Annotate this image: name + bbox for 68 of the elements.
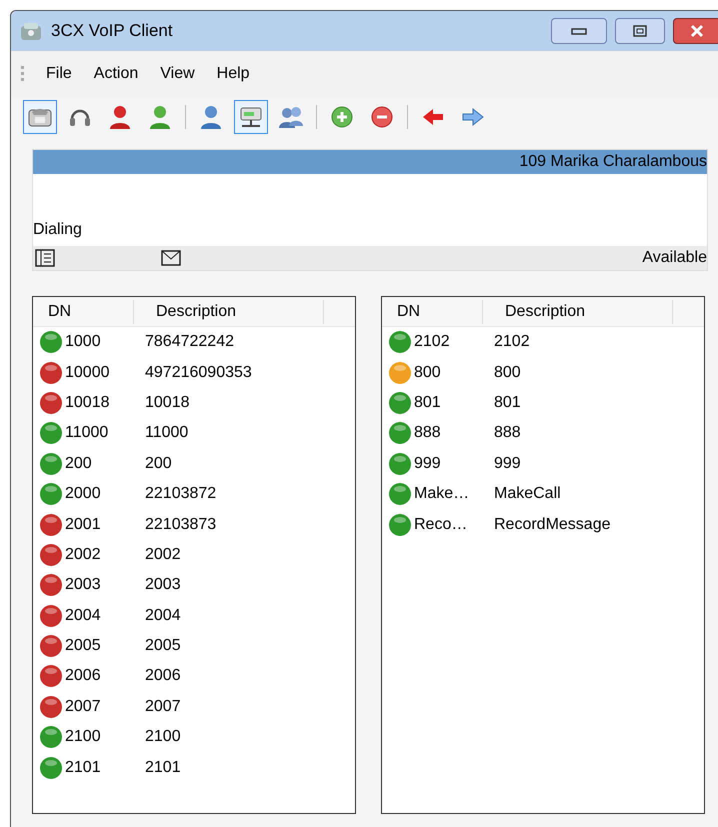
maximize-icon (633, 25, 647, 37)
app-icon (19, 20, 43, 42)
description-cell-text: 2002 (145, 544, 181, 565)
description-cell-text: 2003 (145, 575, 181, 596)
description-cell-text: 2005 (145, 636, 181, 656)
description-cell-text: 2100 (145, 727, 181, 748)
dn-cell-text: 2100 (64, 727, 102, 748)
menu-item[interactable]: View (160, 62, 195, 86)
dn-cell-text: 801 (413, 392, 442, 413)
description-cell-text: 2102 (494, 332, 530, 352)
menu-item[interactable]: Help (216, 62, 250, 86)
contacts-icon[interactable] (35, 249, 55, 267)
dn-cell-text: 2003 (64, 575, 102, 596)
dn-cell-text: 1000 (64, 332, 102, 352)
menu-item[interactable]: Action (94, 62, 138, 86)
description-cell-text: 2004 (145, 606, 181, 626)
dn-cell-text: 2002 (64, 544, 102, 565)
description-cell-text: 10018 (145, 392, 190, 413)
description-cell-text: 497216090353 (145, 362, 252, 383)
call-status: Dialing (33, 220, 82, 240)
presence-status: Available (642, 248, 707, 268)
dn-cell-text: 2004 (64, 606, 102, 626)
dn-cell-text: 200 (64, 454, 93, 474)
dn-cell-text: 888 (413, 423, 442, 444)
dn-cell-text: 2005 (64, 636, 102, 656)
dn-cell-text: Make… (413, 484, 470, 504)
dn-cell-text: 2101 (64, 758, 102, 778)
menu-item[interactable]: File (46, 62, 72, 86)
minimize-button[interactable] (551, 18, 607, 44)
description-cell-text: 11000 (145, 423, 188, 444)
description-cell-text: 200 (145, 454, 172, 474)
description-cell-text: 888 (494, 423, 521, 444)
description-cell-text: RecordMessage (494, 514, 610, 535)
mail-icon[interactable] (161, 250, 181, 266)
minimize-icon (571, 27, 587, 35)
dn-cell-text: 2006 (64, 666, 102, 686)
description-cell-text: 2006 (145, 666, 181, 686)
phone-tool-button[interactable] (23, 100, 57, 134)
dn-cell-text: 2000 (64, 484, 102, 504)
close-icon (689, 24, 705, 38)
description-cell-text: MakeCall (494, 484, 561, 504)
dn-cell-text: 2001 (64, 514, 102, 535)
close-button[interactable] (673, 18, 718, 44)
description-cell-text: 22103873 (145, 514, 216, 535)
description-cell-text: 7864722242 (145, 332, 234, 352)
description-cell-text: 2101 (145, 758, 181, 778)
column-header[interactable]: DN (33, 300, 134, 324)
column-header[interactable]: Description (134, 300, 324, 324)
dn-cell-text: 999 (413, 454, 442, 474)
caller-bar: 109 Marika Charalambous (33, 150, 707, 174)
grip-icon (21, 66, 24, 82)
description-cell-text: 800 (494, 362, 521, 383)
dn-cell-text: 11000 (64, 423, 110, 444)
dn-cell-text: 10018 (64, 392, 110, 413)
dn-cell-text: 10000 (64, 362, 110, 383)
dn-cell-text: 2102 (413, 332, 451, 352)
network-tool-button[interactable] (234, 100, 268, 134)
description-cell-text: 22103872 (145, 484, 216, 504)
description-cell-text: 801 (494, 392, 521, 413)
column-header[interactable]: Description (483, 300, 673, 324)
description-cell-text: 999 (494, 454, 521, 474)
maximize-button[interactable] (615, 18, 665, 44)
column-header[interactable]: DN (382, 300, 483, 324)
window-title: 3CX VoIP Client (51, 20, 173, 42)
dn-cell-text: Reco… (413, 514, 468, 535)
dn-cell-text: 800 (413, 362, 442, 383)
dn-cell-text: 2007 (64, 696, 102, 717)
description-cell-text: 2007 (145, 696, 181, 717)
